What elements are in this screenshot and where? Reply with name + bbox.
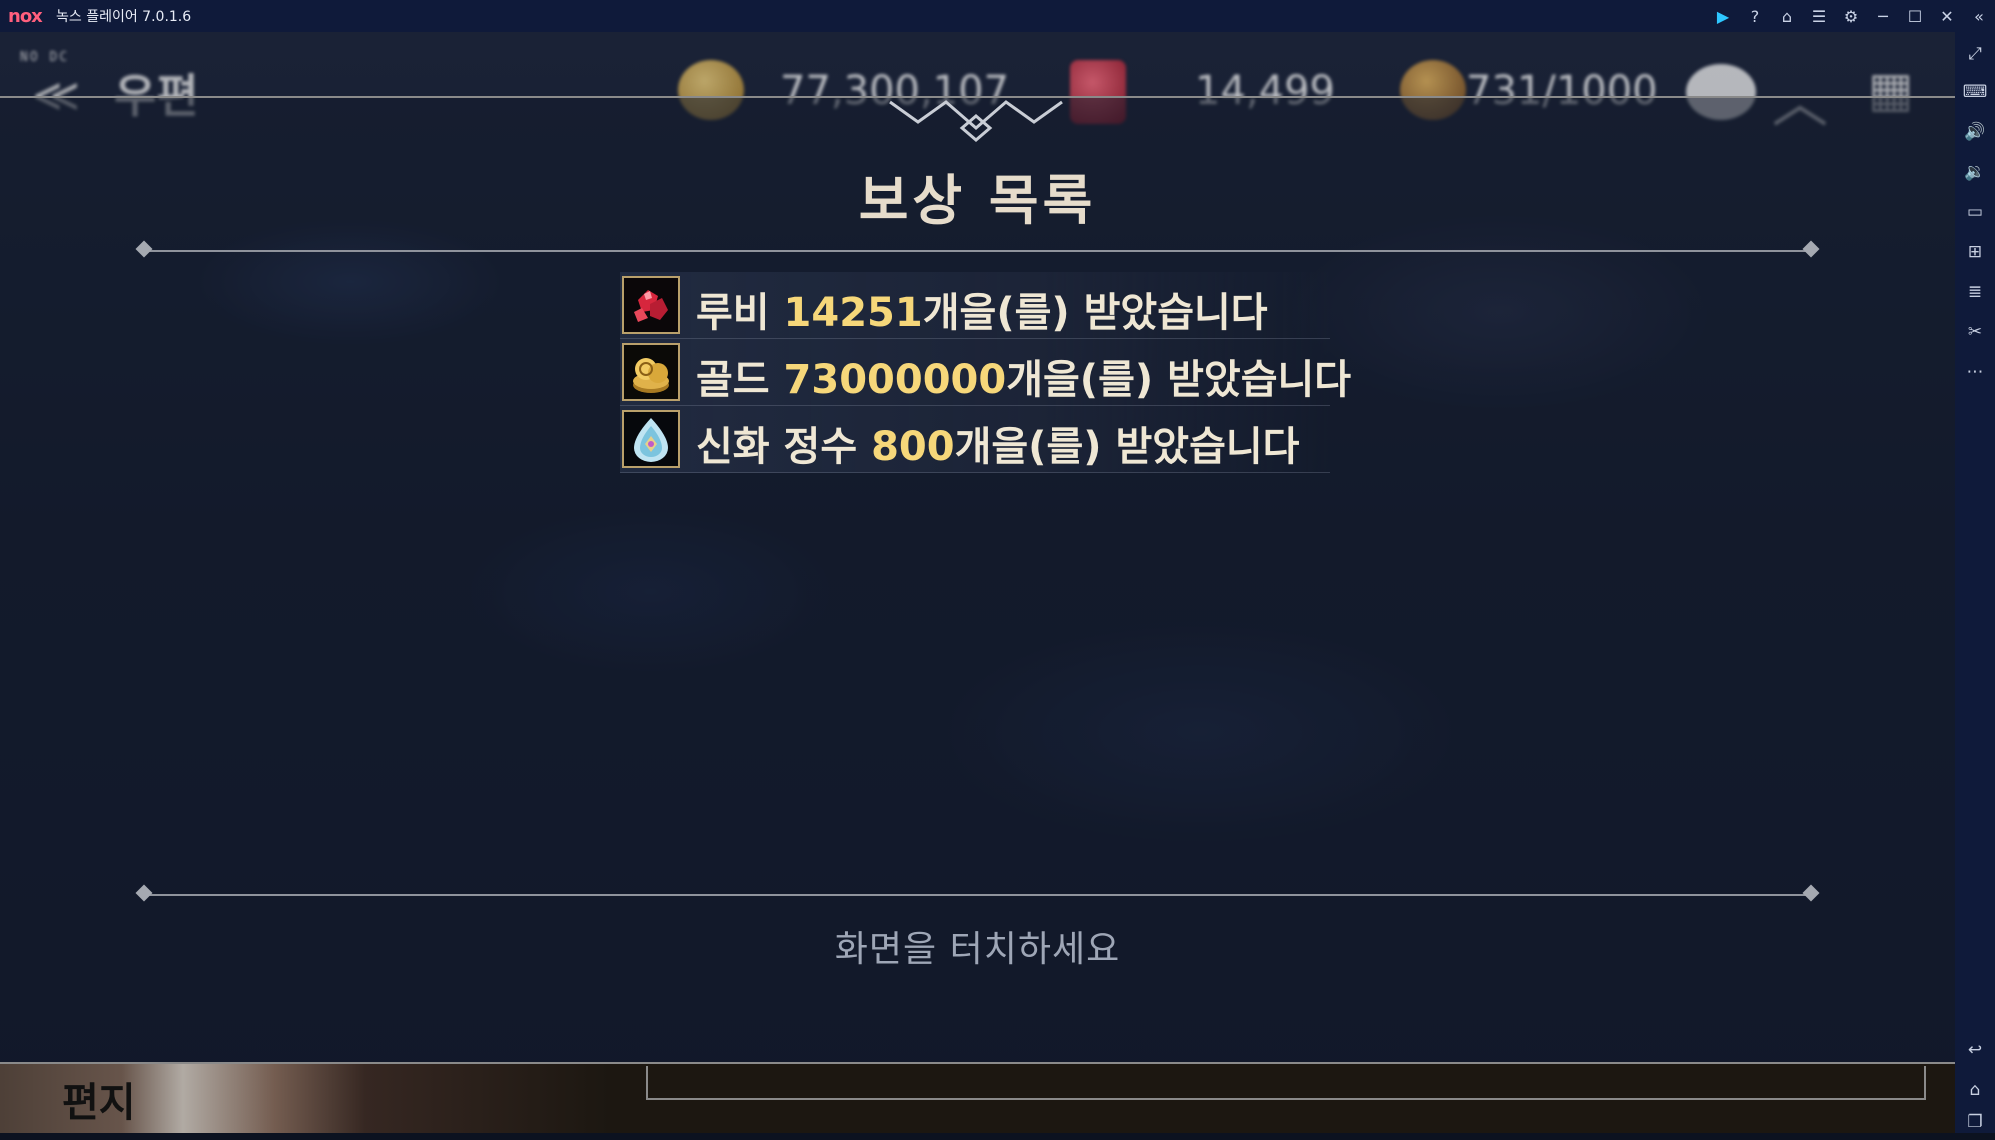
- reward-suffix: 개을(를) 받았습니다: [1006, 357, 1352, 403]
- popup-title: 보상 목록: [858, 169, 1097, 232]
- menu-icon[interactable]: ☰: [1803, 0, 1835, 32]
- multi-instance-icon[interactable]: ≣: [1955, 274, 1995, 310]
- apk-install-icon[interactable]: ⊞: [1955, 234, 1995, 270]
- reward-row-myth-essence: 신화 정수 800개을(를) 받았습니다: [620, 406, 1330, 473]
- background-hud: NO DC ≪ 우편 77,300,107 14,499 731/1000 ︿ …: [0, 32, 1955, 136]
- play-icon[interactable]: ▶: [1707, 0, 1739, 32]
- touch-prompt[interactable]: 화면을 터치하세요: [0, 920, 1955, 972]
- emulator-sidebar: ⤢ ⌨ 🔊 🔉 ▭ ⊞ ≣ ✂ ⋯ ↩ ⌂ ❐: [1955, 32, 1995, 1133]
- myth-essence-icon: [622, 410, 680, 468]
- reward-row-ruby: 루비 14251개을(를) 받았습니다: [620, 272, 1330, 339]
- back-icon[interactable]: ↩: [1955, 1032, 1995, 1068]
- bottom-strip: 편지: [0, 1064, 1955, 1133]
- title-ornament-icon: [889, 100, 1063, 142]
- nodc-label: NO DC: [20, 50, 70, 65]
- divider-top: [135, 240, 1820, 258]
- app-title: 녹스 플레이어 7.0.1.6: [56, 9, 192, 25]
- game-viewport[interactable]: NO DC ≪ 우편 77,300,107 14,499 731/1000 ︿ …: [0, 32, 1955, 1133]
- theme-icon[interactable]: ⌂: [1771, 0, 1803, 32]
- home-icon[interactable]: ⌂: [1955, 1072, 1995, 1108]
- scissors-icon[interactable]: ✂: [1955, 314, 1995, 350]
- reward-count: 73000000: [783, 357, 1007, 403]
- reward-text: 루비 14251개을(를) 받았습니다: [696, 280, 1268, 338]
- settings-icon[interactable]: ⚙: [1835, 0, 1867, 32]
- reward-suffix: 개을(를) 받았습니다: [922, 290, 1268, 336]
- fullscreen-icon[interactable]: ⤢: [1955, 36, 1995, 72]
- divider-bottom: [135, 884, 1820, 902]
- screen-icon[interactable]: ▭: [1955, 194, 1995, 230]
- reward-text: 골드 73000000개을(를) 받았습니다: [696, 347, 1351, 405]
- help-icon[interactable]: ?: [1739, 0, 1771, 32]
- emulator-title-bar: nox 녹스 플레이어 7.0.1.6 ▶ ? ⌂ ☰ ⚙ ─ ☐ ✕ «: [0, 0, 1995, 32]
- more-icon[interactable]: ⋯: [1955, 354, 1995, 390]
- volume-up-icon[interactable]: 🔊: [1955, 114, 1995, 150]
- reward-count: 14251: [783, 290, 923, 336]
- reward-list: 루비 14251개을(를) 받았습니다 골드 73000000개을(를) 받았습…: [620, 272, 1351, 473]
- reward-item-name: 골드: [696, 357, 770, 403]
- reward-suffix: 개을(를) 받았습니다: [954, 424, 1300, 470]
- reward-text: 신화 정수 800개을(를) 받았습니다: [696, 414, 1299, 472]
- recent-apps-icon[interactable]: ❐: [1955, 1104, 1995, 1140]
- collapse-sidebar-icon[interactable]: «: [1963, 0, 1995, 32]
- bottom-panel-frame: [646, 1066, 1926, 1100]
- gold-coins-icon: [622, 343, 680, 401]
- volume-down-icon[interactable]: 🔉: [1955, 154, 1995, 190]
- window-controls: ▶ ? ⌂ ☰ ⚙ ─ ☐ ✕ «: [1707, 0, 1995, 32]
- keyboard-icon[interactable]: ⌨: [1955, 74, 1995, 110]
- reward-count: 800: [871, 424, 955, 470]
- minimize-icon[interactable]: ─: [1867, 0, 1899, 32]
- reward-item-name: 신화 정수: [696, 424, 858, 470]
- close-icon[interactable]: ✕: [1931, 0, 1963, 32]
- letter-tab-label: 편지: [62, 1080, 136, 1126]
- reward-item-name: 루비: [696, 290, 770, 336]
- nox-logo: nox: [8, 5, 43, 27]
- reward-row-gold: 골드 73000000개을(를) 받았습니다: [620, 339, 1351, 406]
- maximize-icon[interactable]: ☐: [1899, 0, 1931, 32]
- ruby-icon: [622, 276, 680, 334]
